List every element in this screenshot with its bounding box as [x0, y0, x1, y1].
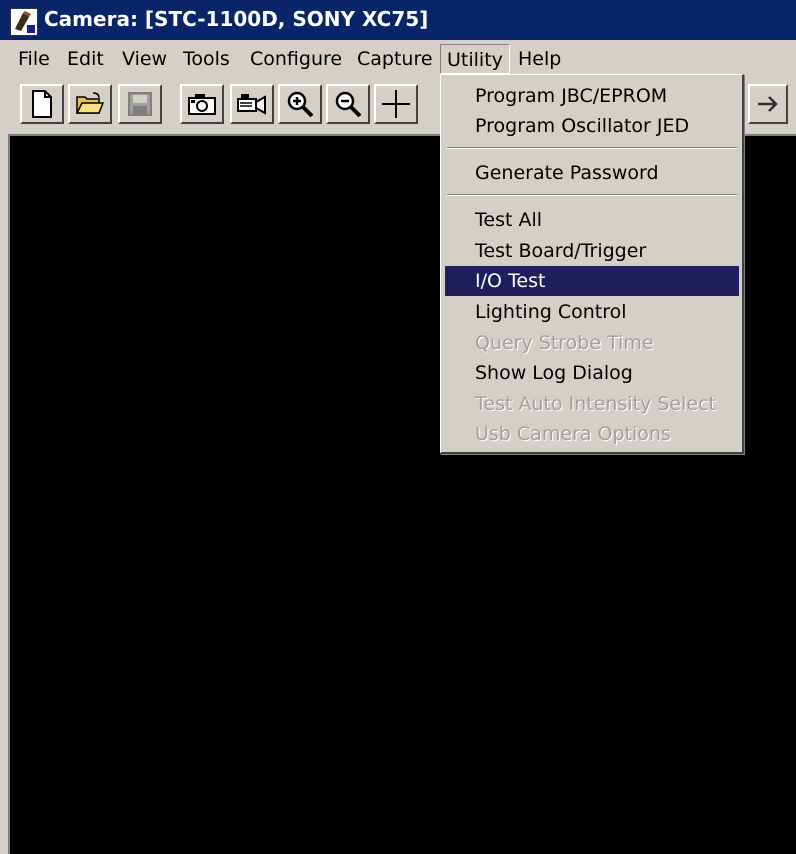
video-button[interactable]: [230, 84, 274, 124]
camera-snapshot-icon: [188, 94, 216, 115]
menu-tools[interactable]: Tools: [177, 44, 236, 74]
menu-edit[interactable]: Edit: [61, 44, 110, 74]
snapshot-button[interactable]: [180, 84, 224, 124]
menu-item-show-log-dialog[interactable]: Show Log Dialog: [445, 358, 739, 388]
menu-configure[interactable]: Configure: [244, 44, 348, 74]
menu-separator: [447, 194, 737, 196]
zoom-in-icon: [287, 91, 314, 118]
zoom-in-button[interactable]: [278, 84, 322, 124]
menu-item-io-test[interactable]: I/O Test: [445, 266, 739, 296]
zoom-out-button[interactable]: [326, 84, 370, 124]
save-button[interactable]: [118, 84, 162, 124]
menu-file[interactable]: File: [12, 44, 56, 74]
menu-utility[interactable]: Utility: [440, 44, 510, 74]
save-icon: [128, 92, 152, 116]
open-button[interactable]: [68, 84, 112, 124]
camera-video-icon: [237, 94, 266, 115]
crosshair-icon: [382, 90, 410, 118]
menu-item-query-strobe-time: Query Strobe Time: [475, 332, 654, 354]
menu-item-test-auto-intensity-select: Test Auto Intensity Select: [475, 393, 716, 415]
new-icon: [32, 90, 52, 118]
menu-view[interactable]: View: [116, 44, 173, 74]
menu-item-usb-camera-options: Usb Camera Options: [475, 423, 671, 445]
crosshair-button[interactable]: [374, 84, 418, 124]
menu-item-program-jbc-eprom[interactable]: Program JBC/EPROM: [445, 81, 739, 111]
menu-item-generate-password[interactable]: Generate Password: [445, 158, 739, 188]
next-button[interactable]: [748, 84, 788, 124]
menu-capture[interactable]: Capture: [351, 44, 439, 74]
zoom-out-icon: [335, 91, 362, 118]
open-folder-icon: [75, 92, 105, 114]
menu-help[interactable]: Help: [512, 44, 567, 74]
arrow-right-icon: [758, 96, 778, 112]
menu-item-test-all[interactable]: Test All: [445, 205, 739, 235]
window-title: Camera: [STC-1100D, SONY XC75]: [44, 7, 429, 31]
app-icon[interactable]: [10, 8, 38, 36]
menu-item-program-oscillator-jed[interactable]: Program Oscillator JED: [445, 111, 739, 141]
menu-item-test-board-trigger[interactable]: Test Board/Trigger: [445, 236, 739, 266]
menu-item-lighting-control[interactable]: Lighting Control: [445, 297, 739, 327]
new-button[interactable]: [20, 84, 64, 124]
menu-separator: [447, 147, 737, 149]
utility-menu-dropdown: Program JBC/EPROM Program Oscillator JED…: [440, 74, 744, 454]
title-bar: Camera: [STC-1100D, SONY XC75]: [0, 0, 796, 40]
menu-bar: File Edit View Tools Configure Capture U…: [0, 40, 796, 76]
